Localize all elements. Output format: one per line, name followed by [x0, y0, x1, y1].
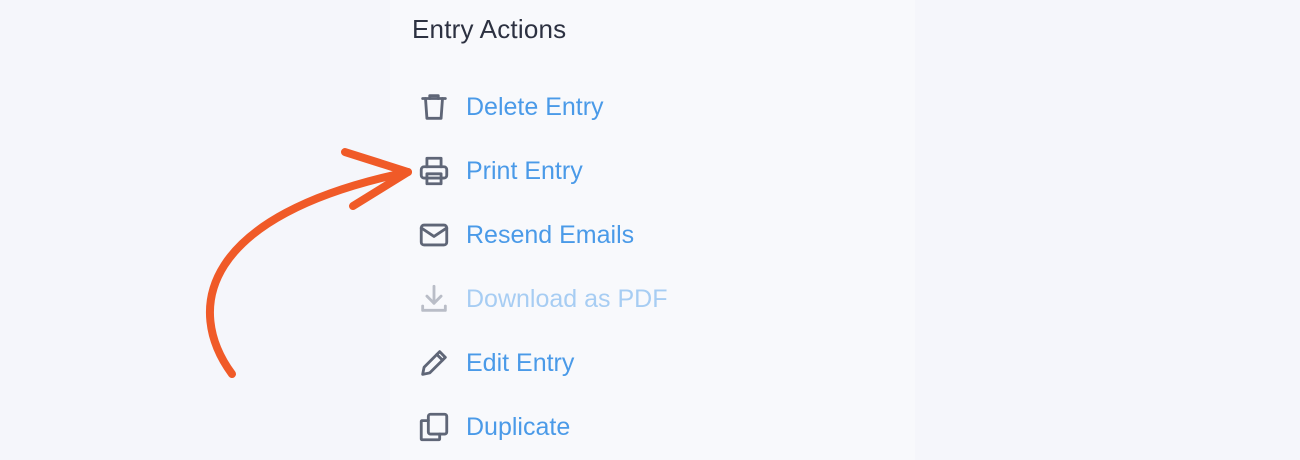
duplicate-icon — [416, 409, 452, 445]
download-icon — [416, 281, 452, 317]
pencil-icon — [416, 345, 452, 381]
delete-entry-label: Delete Entry — [466, 92, 604, 121]
trash-icon — [416, 89, 452, 125]
delete-entry-action[interactable]: Delete Entry — [416, 87, 604, 127]
duplicate-action[interactable]: Duplicate — [416, 407, 570, 447]
download-pdf-label: Download as PDF — [466, 284, 668, 313]
annotation-arrow-shaft — [205, 168, 412, 378]
duplicate-label: Duplicate — [466, 412, 571, 441]
resend-emails-action[interactable]: Resend Emails — [416, 215, 634, 255]
panel-title: Entry Actions — [412, 14, 567, 44]
envelope-icon — [416, 217, 452, 253]
edit-entry-action[interactable]: Edit Entry — [416, 343, 574, 383]
download-pdf-action[interactable]: Download as PDF — [416, 279, 667, 319]
printer-icon — [416, 153, 452, 189]
print-entry-action[interactable]: Print Entry — [416, 151, 583, 191]
resend-emails-label: Resend Emails — [466, 220, 635, 249]
print-entry-label: Print Entry — [466, 156, 583, 185]
screenshot-canvas: Entry Actions Delete Entry Print Entry R… — [0, 0, 1300, 460]
entry-actions-panel: Entry Actions Delete Entry Print Entry R… — [390, 0, 915, 460]
edit-entry-label: Edit Entry — [466, 348, 575, 377]
